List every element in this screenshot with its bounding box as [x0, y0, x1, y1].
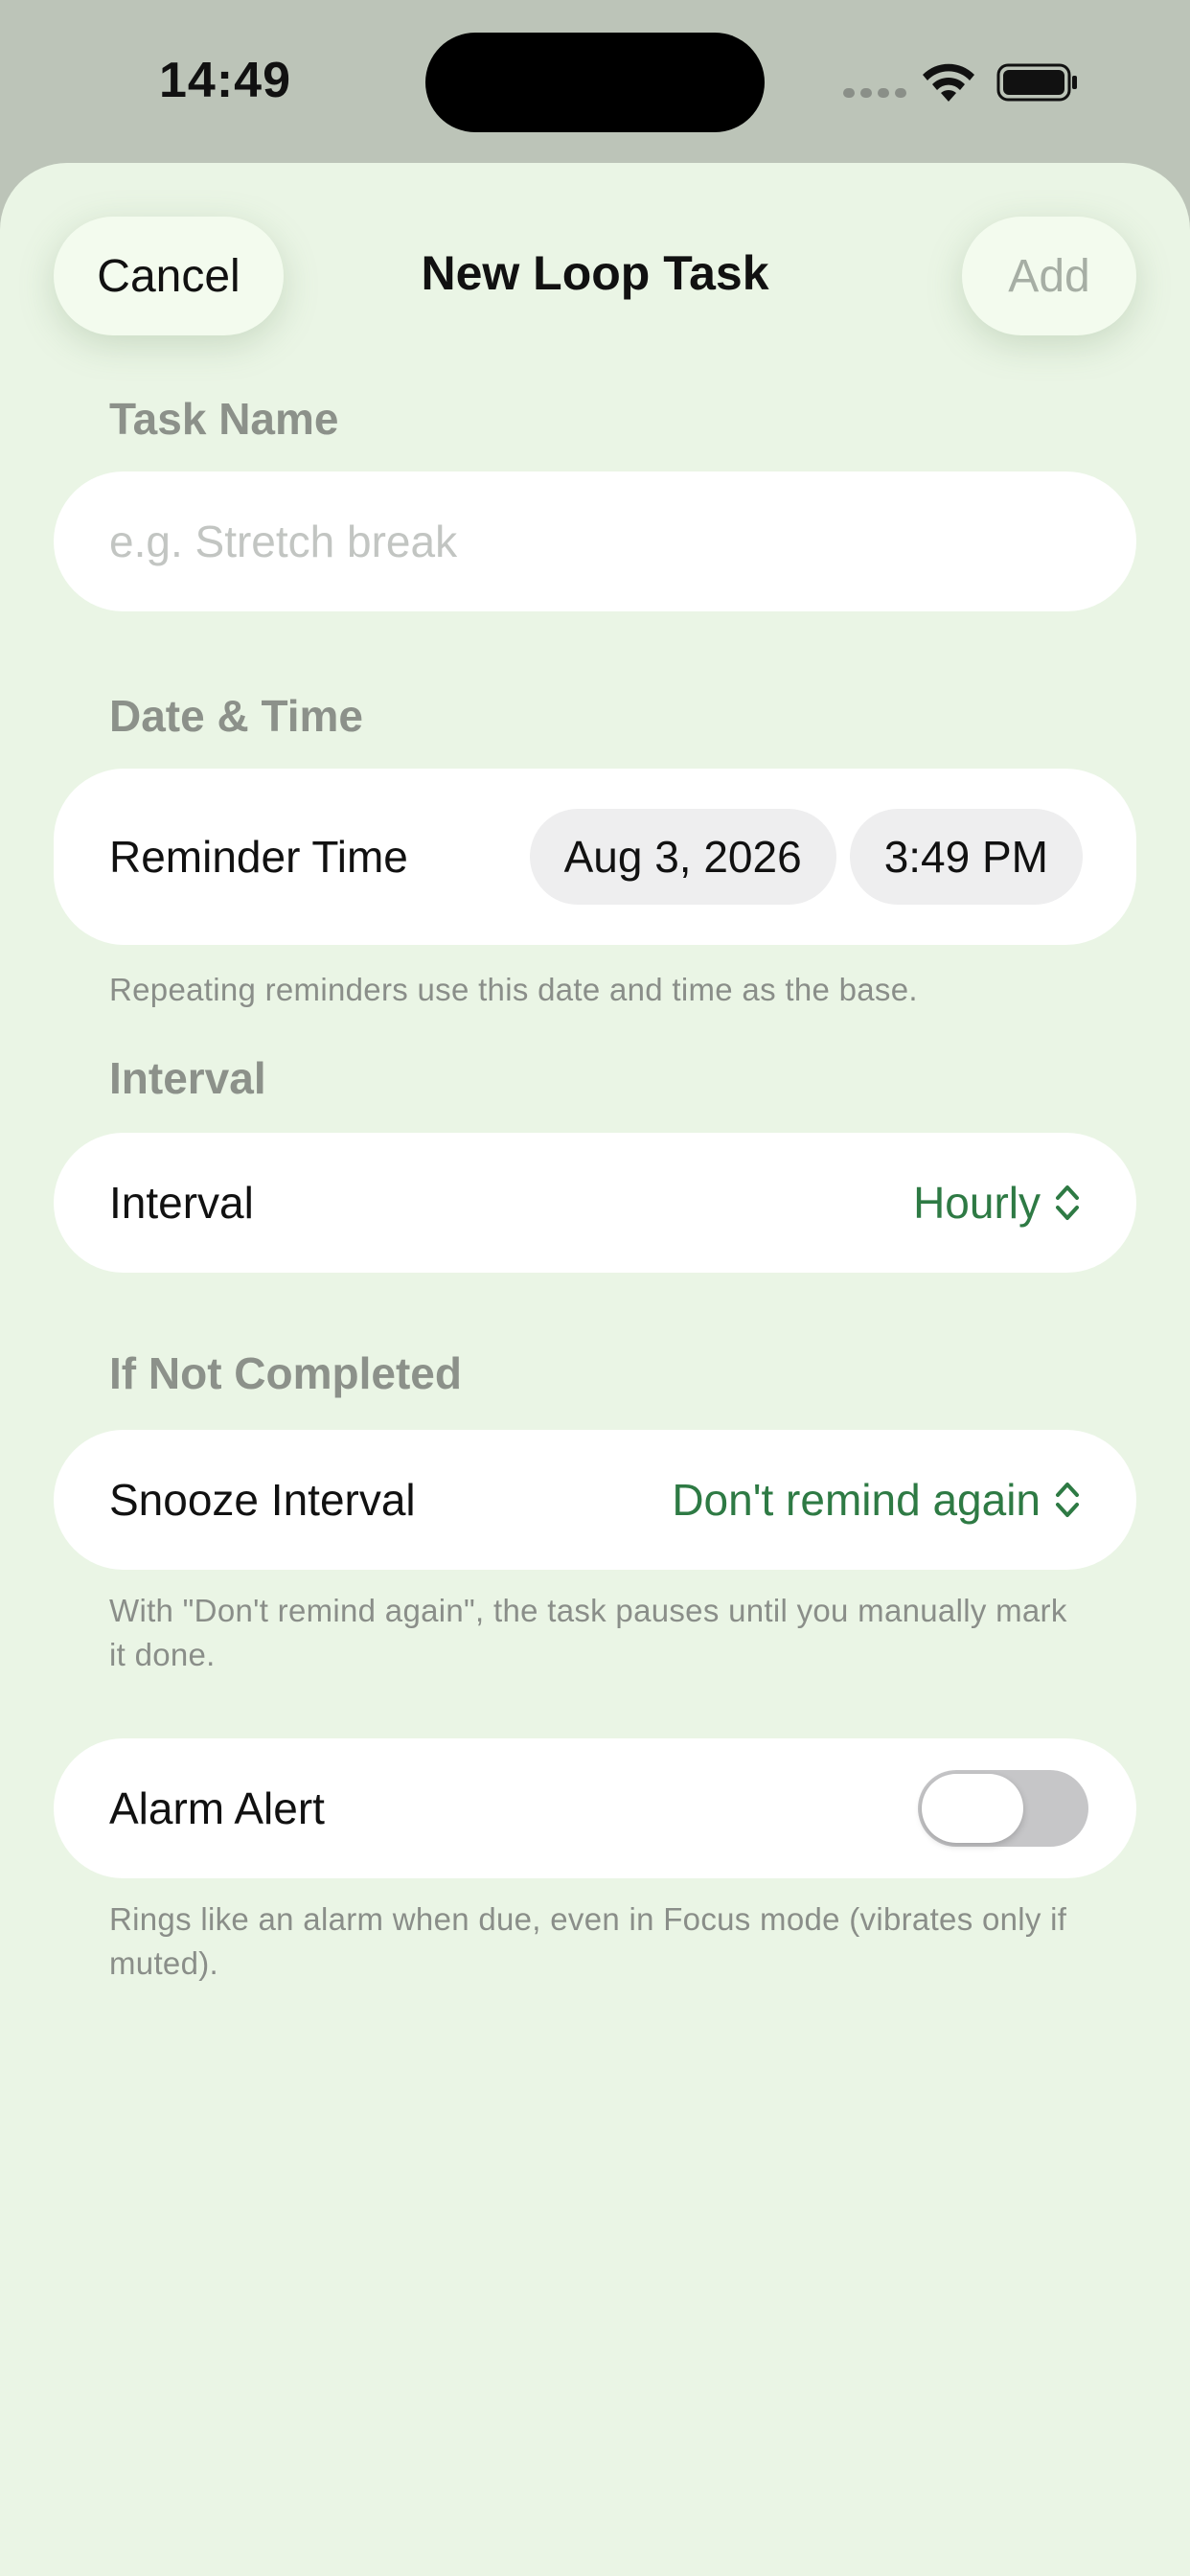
interval-value: Hourly [913, 1178, 1041, 1228]
add-button[interactable]: Add [962, 217, 1136, 335]
interval-header: Interval [109, 1053, 266, 1103]
date-time-footnote: Repeating reminders use this date and ti… [109, 972, 918, 1007]
alarm-alert-card: Alarm Alert [54, 1738, 1136, 1878]
new-task-sheet: Cancel New Loop Task Add Task Name Date … [0, 163, 1190, 2576]
task-name-input[interactable] [109, 516, 1081, 567]
status-bar: 14:49 [0, 0, 1190, 163]
wifi-icon [923, 63, 974, 102]
snooze-interval-label: Snooze Interval [109, 1475, 416, 1525]
reminder-time-label: Reminder Time [109, 832, 408, 882]
interval-picker[interactable]: Hourly [913, 1177, 1081, 1229]
interval-label: Interval [109, 1178, 254, 1228]
signal-dots-icon [843, 88, 906, 98]
chevron-up-down-icon [1056, 1185, 1079, 1220]
task-name-card [54, 472, 1136, 611]
chevron-up-down-icon [1056, 1483, 1079, 1517]
snooze-card[interactable]: Snooze Interval Don't remind again [54, 1430, 1136, 1570]
reminder-time-card: Reminder Time Aug 3, 2026 3:49 PM [54, 769, 1136, 945]
date-picker-button[interactable]: Aug 3, 2026 [529, 809, 836, 905]
snooze-footnote: With "Don't remind again", the task paus… [109, 1593, 1067, 1672]
interval-card[interactable]: Interval Hourly [54, 1133, 1136, 1273]
alarm-alert-label: Alarm Alert [109, 1783, 325, 1833]
task-name-header: Task Name [109, 394, 339, 444]
snooze-interval-value: Don't remind again [672, 1475, 1041, 1525]
alarm-footnote: Rings like an alarm when due, even in Fo… [109, 1901, 1067, 1981]
dynamic-island [425, 33, 765, 132]
snooze-interval-picker[interactable]: Don't remind again [672, 1474, 1081, 1526]
battery-icon [996, 63, 1077, 102]
status-time: 14:49 [159, 53, 291, 108]
alarm-alert-toggle[interactable] [918, 1770, 1088, 1847]
time-picker-button[interactable]: 3:49 PM [849, 809, 1083, 905]
date-time-header: Date & Time [109, 691, 364, 741]
not-completed-header: If Not Completed [109, 1348, 462, 1398]
toggle-knob [922, 1774, 1023, 1843]
